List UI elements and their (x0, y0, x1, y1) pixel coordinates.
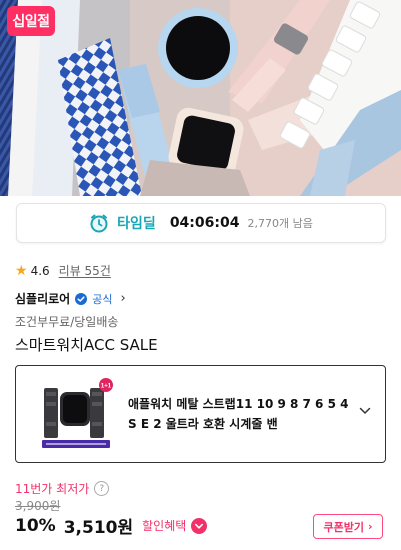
lowest-price-label: 11번가 최저가 (15, 482, 90, 496)
coupon-button-label: 쿠폰받기 (323, 520, 364, 534)
event-badge: 십일절 (7, 6, 55, 36)
discount-benefit-label[interactable]: 할인혜택 (142, 517, 186, 534)
chevron-down-icon (359, 407, 371, 414)
watch-product-thumbnail: 1+1 (38, 378, 114, 450)
sale-price: 3,510원 (63, 518, 134, 538)
timedeal-label: 타임딜 (117, 216, 156, 232)
official-badge-label: 공식 (92, 292, 113, 306)
timedeal-remaining: 2,770개 남음 (247, 217, 313, 230)
svg-text:1+1: 1+1 (101, 384, 112, 390)
timedeal-bar: 타임딜 04:06:04 2,770개 남음 (16, 203, 386, 243)
chevron-right-icon: › (367, 520, 373, 533)
chevron-right-icon[interactable]: › (120, 291, 125, 306)
timedeal-countdown: 04:06:04 (169, 215, 240, 231)
option-name: 애플워치 메탈 스트랩11 10 9 8 7 6 5 4 S E 2 울트라 호… (128, 397, 349, 431)
rating-value: 4.6 (30, 263, 50, 278)
question-circle-icon[interactable]: ? (94, 481, 110, 496)
verified-check-icon (75, 292, 88, 305)
discount-rate: 10% (15, 515, 56, 536)
alarm-clock-icon (90, 214, 108, 233)
sale-price-row: 10% 3,510원 할인혜택 (15, 513, 208, 538)
seller-row[interactable]: 심플리로어 공식 › (15, 290, 126, 307)
star-icon: ★ (15, 262, 28, 279)
seller-name[interactable]: 심플리로어 (15, 290, 70, 307)
chevron-down-circle-icon[interactable] (191, 517, 208, 534)
original-price: 3,900원 (15, 499, 61, 513)
rating-row: ★ 4.6 리뷰 55건 (15, 262, 111, 279)
watch-bands-photo (0, 0, 401, 196)
shipping-info: 조건부무료/당일배송 (15, 315, 119, 329)
get-coupon-button[interactable]: 쿠폰받기 › (313, 514, 383, 539)
review-count-link[interactable]: 리뷰 55건 (59, 262, 111, 279)
option-selector[interactable]: 1+1 애플워치 메탈 스트랩11 10 9 8 7 6 5 4 S E 2 울… (15, 365, 386, 463)
lowest-price-row: 11번가 최저가 ? (15, 480, 110, 497)
product-hero-image[interactable]: 십일절 (0, 0, 401, 196)
product-title: 스마트워치ACC SALE (15, 336, 158, 354)
